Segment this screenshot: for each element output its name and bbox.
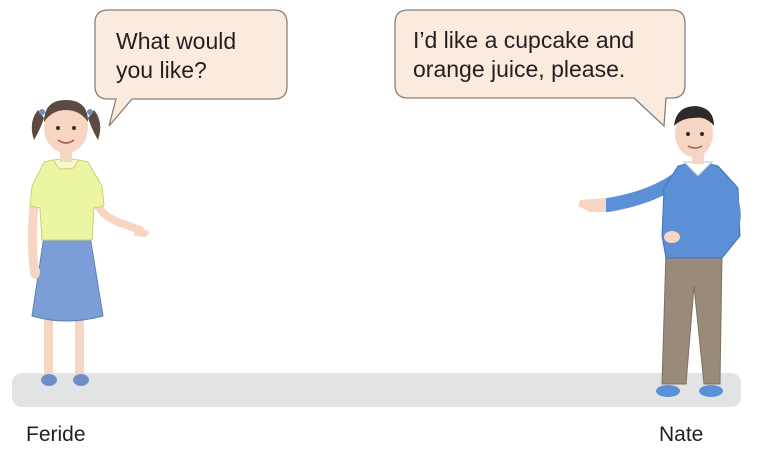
nate-speech-text: I’d like a cupcake and orange juice, ple… <box>413 27 635 82</box>
dialogue-scene <box>12 9 741 407</box>
nate-figure <box>578 106 741 397</box>
feride-speech-text: What would you like? <box>116 28 237 83</box>
nate-name-label: Nate <box>659 423 704 446</box>
feride-figure <box>27 100 150 386</box>
floor-strip <box>12 373 741 407</box>
feride-name-label: Feride <box>26 423 86 446</box>
